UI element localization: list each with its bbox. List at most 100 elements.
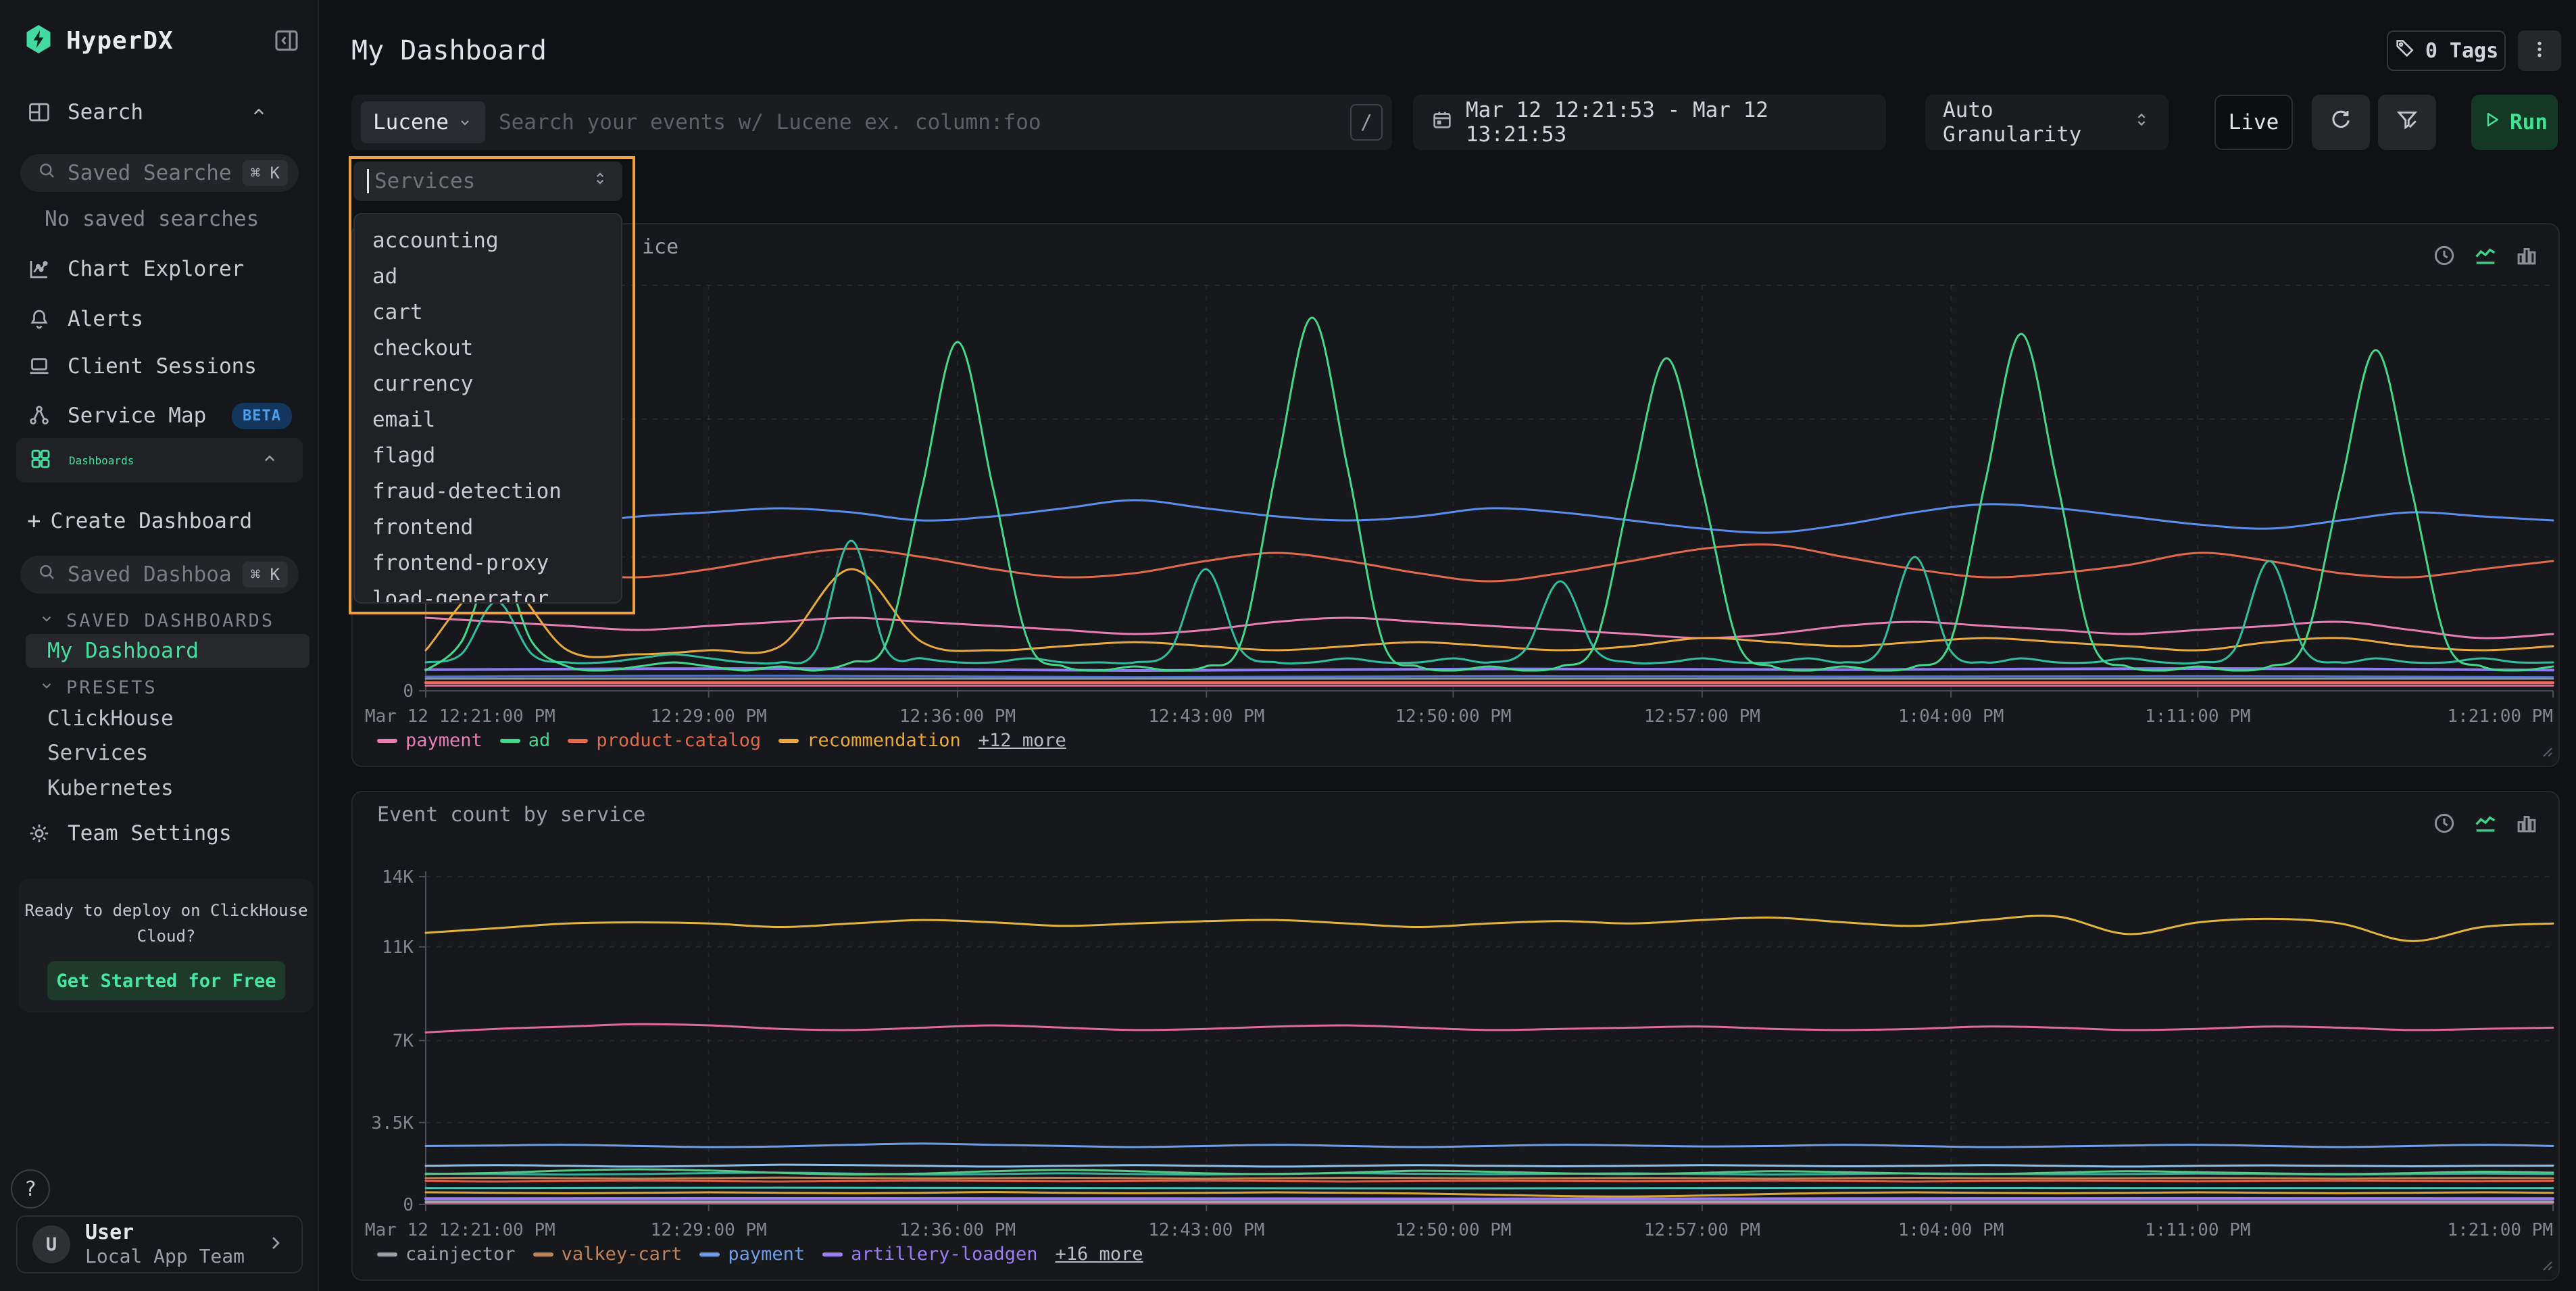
svg-text:12:29:00 PM: 12:29:00 PM xyxy=(651,706,767,727)
sidebar-item-team-settings[interactable]: Team Settings xyxy=(27,814,292,852)
query-language-select[interactable]: Lucene xyxy=(361,101,485,143)
dropdown-option[interactable]: cart xyxy=(355,294,621,330)
line-chart[interactable]: 03.5K7K11K14KMar 12 12:21:00 PM12:29:00 … xyxy=(353,792,2558,1280)
legend-dash xyxy=(699,1252,720,1257)
resize-handle[interactable] xyxy=(2538,743,2553,760)
chart-panel-1: ice 0Mar 12 12:21:00 PM12:29:00 PM12:36:… xyxy=(351,223,2560,767)
live-button[interactable]: Live xyxy=(2214,95,2293,150)
search-input[interactable]: Search your events w/ Lucene ex. column:… xyxy=(499,110,1337,135)
svg-text:12:36:00 PM: 12:36:00 PM xyxy=(899,706,1016,727)
search-icon xyxy=(36,160,57,186)
legend-more-link[interactable]: +12 more xyxy=(979,730,1066,751)
legend-item[interactable]: payment xyxy=(699,1244,805,1265)
refresh-button[interactable] xyxy=(2312,95,2370,150)
user-menu[interactable]: U User Local App Team xyxy=(16,1215,303,1273)
sidebar-item-client-sessions[interactable]: Client Sessions xyxy=(27,347,292,385)
create-dashboard-button[interactable]: + Create Dashboard xyxy=(27,502,292,540)
chart-legend: cainjector valkey-cart payment artillery-lo… xyxy=(377,1244,1143,1265)
sidebar-item-clickhouse[interactable]: ClickHouse xyxy=(26,702,309,735)
legend-item[interactable]: valkey-cart xyxy=(533,1244,683,1265)
sidebar-item-label: Client Sessions xyxy=(68,354,257,379)
dropdown-option[interactable]: checkout xyxy=(355,330,621,366)
legend-item[interactable]: ad xyxy=(500,730,551,751)
legend-item[interactable]: artillery-loadgen xyxy=(822,1244,1037,1265)
sidebar-collapse-icon[interactable] xyxy=(273,27,300,57)
legend-dash xyxy=(377,739,397,743)
logo[interactable]: HyperDX xyxy=(24,20,174,61)
svg-text:Mar 12 12:21:00 PM: Mar 12 12:21:00 PM xyxy=(365,1220,555,1240)
legend-label: cainjector xyxy=(405,1244,516,1265)
dropdown-option[interactable]: ad xyxy=(355,258,621,294)
question-mark-icon: ? xyxy=(24,1177,36,1201)
chart-panel-2: Event count by service 03.5K7K11K14KMar … xyxy=(351,791,2560,1281)
dropdown-option[interactable]: accounting xyxy=(355,222,621,258)
section-header: PRESETS xyxy=(66,677,157,698)
help-button[interactable]: ? xyxy=(11,1169,50,1209)
svg-text:0: 0 xyxy=(403,681,414,702)
resize-handle[interactable] xyxy=(2538,1257,2553,1274)
presets-section[interactable]: PRESETS xyxy=(38,673,157,702)
tags-label: 0 Tags xyxy=(2425,39,2498,63)
saved-dashboards-section[interactable]: SAVED DASHBOARDS xyxy=(38,606,274,635)
sidebar-item-dashboards[interactable]: Dashboards xyxy=(16,438,303,483)
legend-more-link[interactable]: +16 more xyxy=(1056,1244,1143,1265)
services-placeholder: Services xyxy=(374,169,589,193)
saved-dashboards-placeholder: Saved Dashboards xyxy=(68,562,232,587)
search-icon xyxy=(36,562,57,587)
updown-chevrons-icon xyxy=(591,168,609,194)
line-chart[interactable]: 0Mar 12 12:21:00 PM12:29:00 PM12:36:00 P… xyxy=(353,224,2558,766)
sidebar-item-services[interactable]: Services xyxy=(26,736,309,770)
svg-text:1:04:00 PM: 1:04:00 PM xyxy=(1898,706,2004,727)
date-range-value: Mar 12 12:21:53 - Mar 12 13:21:53 xyxy=(1466,98,1868,147)
filter-button[interactable] xyxy=(2378,95,2436,150)
services-filter-input[interactable]: Services xyxy=(353,162,622,201)
svg-text:7K: 7K xyxy=(393,1031,414,1052)
legend-dash xyxy=(500,739,520,743)
get-started-button[interactable]: Get Started for Free xyxy=(47,961,285,1000)
tags-button[interactable]: 0 Tags xyxy=(2387,30,2506,71)
svg-text:1:04:00 PM: 1:04:00 PM xyxy=(1898,1220,2004,1240)
clickhouse-cloud-promo: Ready to deploy on ClickHouse Cloud? Get… xyxy=(19,879,314,1013)
legend-dash xyxy=(822,1252,843,1257)
dropdown-option[interactable]: load-generator xyxy=(355,581,621,604)
dropdown-option[interactable]: frontend-proxy xyxy=(355,545,621,581)
text-cursor xyxy=(367,169,369,193)
refresh-icon xyxy=(2329,107,2353,137)
search-bar: Lucene Search your events w/ Lucene ex. … xyxy=(351,95,1392,150)
svg-text:12:29:00 PM: 12:29:00 PM xyxy=(651,1220,767,1240)
saved-searches-input[interactable]: Saved Searches ⌘ K xyxy=(20,154,299,192)
date-range-picker[interactable]: Mar 12 12:21:53 - Mar 12 13:21:53 xyxy=(1413,95,1886,150)
dropdown-option[interactable]: flagd xyxy=(355,437,621,473)
legend-label: product-catalog xyxy=(596,730,761,751)
sidebar-item-my-dashboard[interactable]: My Dashboard xyxy=(26,634,309,668)
dropdown-option[interactable]: fraud-detection xyxy=(355,473,621,509)
svg-text:0: 0 xyxy=(403,1195,414,1215)
legend-item[interactable]: recommendation xyxy=(778,730,961,751)
chevron-down-icon xyxy=(457,114,473,130)
bell-icon xyxy=(27,307,51,331)
legend-item[interactable]: product-catalog xyxy=(568,730,761,751)
slash-shortcut-badge: / xyxy=(1350,104,1383,141)
run-button[interactable]: Run xyxy=(2471,95,2558,150)
promo-line2: Cloud? xyxy=(19,923,314,949)
legend-item[interactable]: cainjector xyxy=(377,1244,516,1265)
sidebar-item-kubernetes[interactable]: Kubernetes xyxy=(26,771,309,805)
sidebar-item-alerts[interactable]: Alerts xyxy=(27,300,292,338)
sidebar-item-label: Team Settings xyxy=(68,821,232,846)
sidebar-item-label: Alerts xyxy=(68,307,143,331)
legend-dash xyxy=(533,1252,553,1257)
sidebar-item-label: Chart Explorer xyxy=(68,257,244,281)
svg-text:12:50:00 PM: 12:50:00 PM xyxy=(1395,1220,1511,1240)
sidebar-item-search[interactable]: Search xyxy=(27,93,292,131)
sidebar-item-chart-explorer[interactable]: Chart Explorer xyxy=(27,250,292,288)
user-team: Local App Team xyxy=(85,1245,250,1268)
saved-dashboards-input[interactable]: Saved Dashboards ⌘ K xyxy=(20,556,299,593)
dropdown-option[interactable]: email xyxy=(355,401,621,437)
legend-item[interactable]: payment xyxy=(377,730,482,751)
sidebar-item-service-map[interactable]: Service Map BETA xyxy=(27,397,292,435)
dropdown-option[interactable]: frontend xyxy=(355,509,621,545)
granularity-select[interactable]: Auto Granularity xyxy=(1925,95,2169,150)
dashboard-menu-button[interactable] xyxy=(2518,30,2561,71)
dropdown-option[interactable]: currency xyxy=(355,366,621,401)
hyperdx-app: HyperDX Search Saved Searches ⌘ K No sav… xyxy=(0,0,2576,1291)
